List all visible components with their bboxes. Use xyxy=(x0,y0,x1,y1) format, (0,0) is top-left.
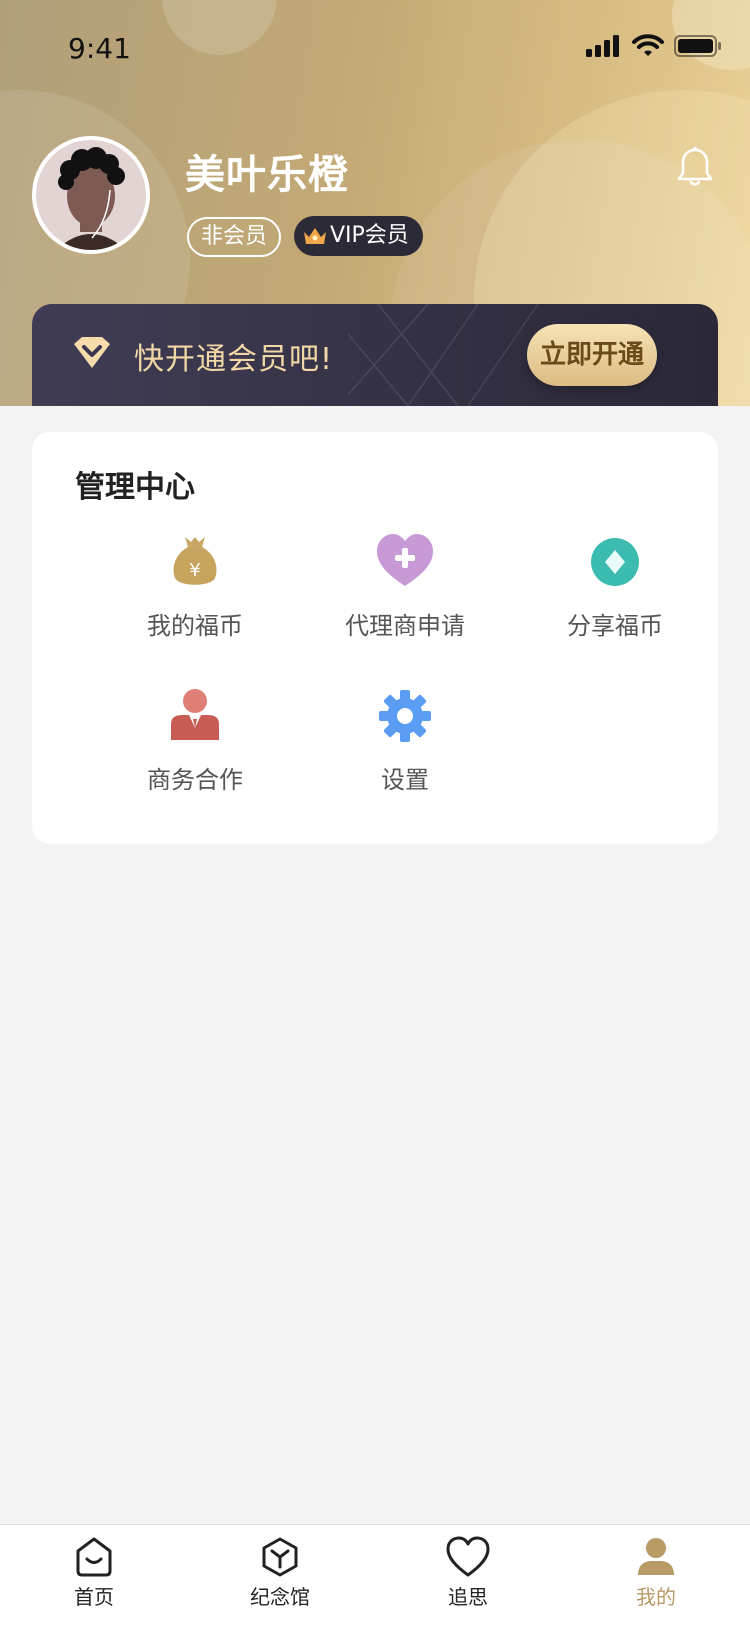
heart-plus-icon xyxy=(377,534,433,586)
tab-mine-label: 我的 xyxy=(636,1585,676,1609)
vip-tag: VIP会员 xyxy=(294,216,423,256)
username: 美叶乐橙 xyxy=(185,152,349,198)
tab-remembrance[interactable]: 追思 xyxy=(408,1535,528,1610)
share-coins-label: 分享福币 xyxy=(567,612,663,640)
vip-tag-label: VIP会员 xyxy=(330,223,409,248)
tab-home-label: 首页 xyxy=(74,1585,114,1609)
diamond-coin-icon xyxy=(591,538,639,586)
diamond-icon xyxy=(74,337,110,368)
status-time: 9:41 xyxy=(68,32,131,65)
cube-icon xyxy=(262,1537,298,1577)
tab-remembrance-label: 追思 xyxy=(448,1585,488,1609)
business-cooperation-item[interactable]: 商务合作 xyxy=(90,688,300,795)
bell-icon[interactable] xyxy=(676,146,714,188)
business-person-icon xyxy=(171,689,219,740)
tab-home[interactable]: 首页 xyxy=(34,1535,154,1610)
business-cooperation-label: 商务合作 xyxy=(147,766,243,794)
profile-header: 9:41 美叶乐橙 非会员 VIP会员 快开通会员吧! 立即开通 xyxy=(0,0,750,406)
vip-promo-text: 快开通会员吧! xyxy=(134,342,334,377)
heart-icon xyxy=(446,1536,490,1577)
user-icon xyxy=(638,1538,674,1575)
home-icon xyxy=(76,1537,112,1577)
gear-icon xyxy=(379,690,431,742)
avatar-image xyxy=(36,140,146,250)
agent-application-item[interactable]: 代理商申请 xyxy=(300,534,510,641)
agent-application-label: 代理商申请 xyxy=(345,612,465,640)
tab-memorial-hall[interactable]: 纪念馆 xyxy=(220,1535,340,1610)
signal-icon xyxy=(586,35,619,57)
status-icons xyxy=(586,34,722,58)
tab-mine[interactable]: 我的 xyxy=(596,1535,716,1610)
vip-promo-banner: 快开通会员吧! 立即开通 xyxy=(32,304,718,406)
settings-label: 设置 xyxy=(381,766,429,794)
tab-memorial-hall-label: 纪念馆 xyxy=(250,1585,310,1609)
management-center-card: 管理中心 ¥ 我的福币 代理商申请 分享福币 商务合作 设置 xyxy=(32,432,718,844)
money-bag-icon: ¥ xyxy=(173,537,217,585)
battery-icon xyxy=(674,35,721,57)
bottom-tab-bar: 首页 纪念馆 追思 我的 xyxy=(0,1524,750,1625)
my-coins-label: 我的福币 xyxy=(147,612,243,640)
avatar[interactable] xyxy=(32,136,150,254)
my-coins-item[interactable]: ¥ 我的福币 xyxy=(90,534,300,641)
management-center-title: 管理中心 xyxy=(75,470,195,505)
settings-item[interactable]: 设置 xyxy=(300,688,510,795)
share-coins-item[interactable]: 分享福币 xyxy=(510,534,720,641)
crown-icon xyxy=(304,228,326,244)
non-member-tag: 非会员 xyxy=(187,217,282,257)
activate-vip-button[interactable]: 立即开通 xyxy=(527,324,657,386)
wifi-icon xyxy=(632,34,664,56)
svg-text:¥: ¥ xyxy=(189,560,200,581)
